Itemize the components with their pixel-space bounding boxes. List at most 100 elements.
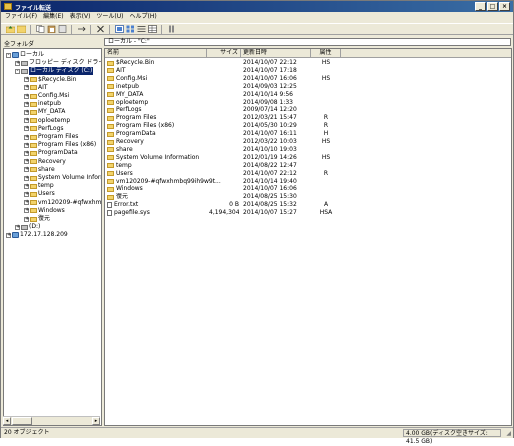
expand-icon[interactable]: + [24,159,29,165]
properties-icon[interactable] [57,25,67,34]
tree-node[interactable]: + Users [24,190,55,198]
tree-node[interactable]: + share [24,166,55,174]
tree-node[interactable]: + vm120209-#qfwxhmbq [24,199,101,207]
tree-node[interactable]: + Windows [24,207,65,215]
expand-icon[interactable]: + [24,150,29,156]
tree-node[interactable]: + AIT [24,84,48,92]
collapse-icon[interactable]: - [6,52,11,58]
expand-icon[interactable]: + [24,134,29,140]
tree-node[interactable]: + ProgramData [24,149,78,157]
menu-edit[interactable]: 編集(E) [43,12,63,22]
list-item[interactable]: ProgramData 2014/10/07 16:11 H [105,130,511,138]
scroll-thumb[interactable] [12,417,32,425]
expand-icon[interactable]: + [24,175,29,181]
folder-tree[interactable]: -ローカル+フロッピー ディスク ドライブ (A:)-ローカル ディスク (C:… [3,48,102,426]
resize-grip-icon[interactable]: ◢ [506,430,511,437]
menu-file[interactable]: ファイル(F) [5,12,37,22]
large-icons-view-icon[interactable] [114,25,124,34]
expand-icon[interactable]: + [24,77,29,83]
expand-icon[interactable]: + [24,109,29,115]
tree-node[interactable]: + Program Files [24,133,78,141]
expand-icon[interactable]: + [15,60,20,66]
column-header-date[interactable]: 更新日時 [241,49,311,57]
maximize-button[interactable]: □ [487,2,498,11]
list-item[interactable]: pagefile.sys 4,194,304 K... 2014/10/07 15:… [105,209,511,217]
list-item[interactable]: Windows 2014/10/07 16:06 [105,185,511,193]
expand-icon[interactable]: + [24,200,29,206]
expand-icon[interactable]: + [24,118,29,124]
path-field[interactable]: ローカル - "C:" [104,38,511,46]
expand-icon[interactable]: + [24,191,29,197]
list-item[interactable]: MY_DATA 2014/10/14 9:56 [105,91,511,99]
list-item[interactable]: temp 2014/08/22 12:47 [105,162,511,170]
list-item[interactable]: AIT 2014/10/07 17:18 [105,67,511,75]
tree-node[interactable]: + System Volume Informa [24,174,101,182]
expand-icon[interactable]: + [24,126,29,132]
list-item[interactable]: Program Files 2012/03/21 15:47 R [105,114,511,122]
list-item[interactable]: Error.txt 0 B 2014/08/25 15:32 A [105,201,511,209]
options-icon[interactable] [166,25,176,34]
tree-node[interactable]: + temp [24,182,54,190]
scroll-left-button[interactable]: ◂ [3,417,11,425]
column-header-name[interactable]: 名前 [105,49,207,57]
expand-icon[interactable]: + [24,93,29,99]
menu-help[interactable]: ヘルプ(H) [130,12,157,22]
expand-icon[interactable]: + [24,85,29,91]
list-item[interactable]: vm120209-#qfwxhmbq99ih9w9t... 2014/10/14 … [105,178,511,186]
tree-node[interactable]: + oploetemp [24,117,70,125]
expand-icon[interactable]: + [24,101,29,107]
delete-icon[interactable] [95,25,105,34]
list-item[interactable]: System Volume Information 2012/01/19 14:2… [105,154,511,162]
list-view-icon[interactable] [136,25,146,34]
tree-node[interactable]: +172.17.128.209 [6,231,68,239]
menu-view[interactable]: 表示(V) [70,12,91,22]
list-item[interactable]: 復元 2014/08/25 15:30 [105,193,511,201]
small-icons-view-icon[interactable] [125,25,135,34]
copy-icon[interactable] [35,25,45,34]
tree-node[interactable]: + Recovery [24,158,66,166]
close-button[interactable]: × [499,2,510,11]
open-folder-icon[interactable] [16,25,26,34]
tree-node[interactable]: + $Recycle.Bin [24,76,76,84]
file-size [209,91,239,99]
list-item[interactable]: PerfLogs 2009/07/14 12:20 [105,106,511,114]
expand-icon[interactable]: + [6,232,11,238]
tree-node[interactable]: + PerfLogs [24,125,64,133]
expand-icon[interactable]: + [24,167,29,173]
tree-horizontal-scrollbar[interactable]: ◂ ▸ [3,416,100,425]
tree-node[interactable]: + フロッピー ディスク ドライブ (A:) [15,59,101,67]
tree-node[interactable]: + (D:) [15,223,40,231]
column-header-attr[interactable]: 属性 [311,49,341,57]
tree-node[interactable]: + Program Files (x86) [24,141,96,149]
list-item[interactable]: $Recycle.Bin 2014/10/07 22:12 HS [105,59,511,67]
tree-node[interactable]: + MY_DATA [24,108,65,116]
scroll-right-button[interactable]: ▸ [92,417,100,425]
file-name: Error.txt [114,201,139,209]
list-item[interactable]: Users 2014/10/07 22:12 R [105,170,511,178]
list-item[interactable]: Config.Msi 2014/10/07 16:06 HS [105,75,511,83]
list-item[interactable]: Program Files (x86) 2014/05/30 10:29 R [105,122,511,130]
list-item[interactable]: Recovery 2012/03/22 10:03 HS [105,138,511,146]
title-bar[interactable]: ファイル転送 _ □ × [1,1,513,12]
refresh-icon[interactable] [76,25,86,34]
tree-node[interactable]: + Config.Msi [24,92,69,100]
tree-node[interactable]: - ローカル ディスク (C:) [15,67,94,76]
details-view-icon[interactable] [147,25,157,34]
tree-node[interactable]: - ローカル [6,51,44,59]
tree-node[interactable]: + 復元 [24,215,50,223]
minimize-button[interactable]: _ [475,2,486,11]
expand-icon[interactable]: + [24,208,29,214]
list-item[interactable]: oploetemp 2014/09/08 1:33 [105,99,511,107]
column-header-size[interactable]: サイズ [207,49,241,57]
paste-icon[interactable] [46,25,56,34]
expand-icon[interactable]: + [24,183,29,189]
tree-node[interactable]: + inetpub [24,100,61,108]
expand-icon[interactable]: + [24,142,29,148]
menu-tools[interactable]: ツール(U) [96,12,123,22]
expand-icon[interactable]: + [15,224,20,230]
collapse-icon[interactable]: - [15,68,20,74]
list-item[interactable]: inetpub 2014/09/03 12:25 [105,83,511,91]
list-item[interactable]: share 2014/10/10 19:03 [105,146,511,154]
folder-up-icon[interactable] [5,25,15,34]
expand-icon[interactable]: + [24,216,29,222]
